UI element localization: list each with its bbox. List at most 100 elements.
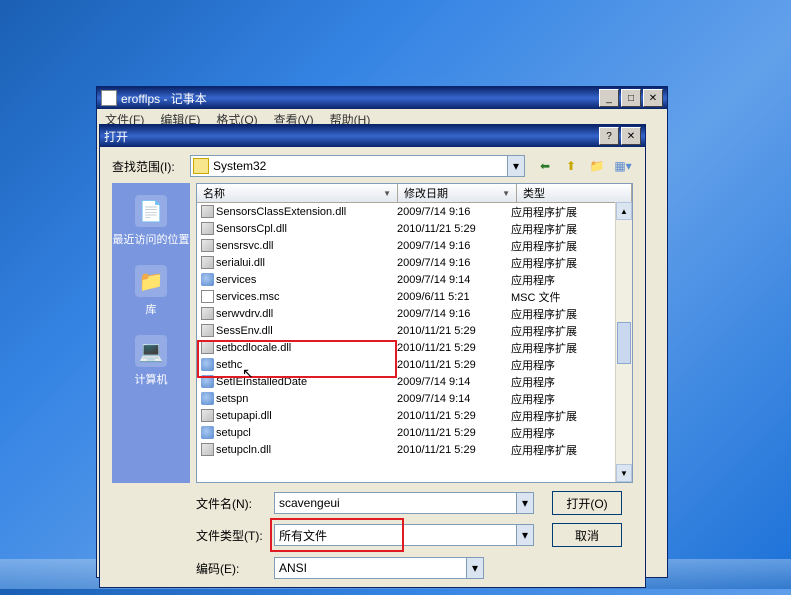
file-icon — [201, 222, 214, 235]
file-name: setupapi.dll — [216, 410, 272, 422]
open-button[interactable]: 打开(O) — [552, 491, 622, 515]
file-icon — [201, 358, 214, 371]
maximize-button[interactable]: □ — [621, 89, 641, 107]
encoding-combo[interactable]: ANSI▾ — [274, 557, 484, 579]
minimize-button[interactable]: _ — [599, 89, 619, 107]
filename-label: 文件名(N): — [196, 495, 274, 512]
file-icon — [201, 239, 214, 252]
file-icon — [201, 324, 214, 337]
file-date: 2009/7/14 9:14 — [391, 393, 505, 405]
file-name: setupcln.dll — [216, 444, 271, 456]
notepad-title: erofflps - 记事本 — [121, 90, 207, 107]
file-icon — [201, 443, 214, 456]
close-button[interactable]: ✕ — [643, 89, 663, 107]
newfolder-button[interactable]: 📁 — [587, 156, 607, 176]
file-name: serialui.dll — [216, 257, 265, 269]
file-icon — [201, 273, 214, 286]
file-type: 应用程序 — [505, 425, 632, 441]
file-name: sensrsvc.dll — [216, 240, 273, 252]
file-icon — [201, 426, 214, 439]
file-row[interactable]: services 2009/7/14 9:14应用程序 — [197, 271, 632, 288]
library-icon: 📁 — [135, 265, 167, 297]
file-pane: 名称▼ 修改日期▼ 类型 SensorsClassExtension.dll20… — [196, 183, 633, 483]
file-type: MSC 文件 — [505, 289, 632, 305]
sidebar-item-recent[interactable]: 📄最近访问的位置 — [113, 195, 190, 247]
filename-input[interactable]: scavengeui▾ — [274, 492, 534, 514]
file-row[interactable]: SensorsClassExtension.dll2009/7/14 9:16应… — [197, 203, 632, 220]
lookin-value: System32 — [213, 159, 266, 173]
cancel-button[interactable]: 取消 — [552, 523, 622, 547]
file-icon — [201, 307, 214, 320]
file-row[interactable]: sensrsvc.dll2009/7/14 9:16应用程序扩展 — [197, 237, 632, 254]
file-type: 应用程序扩展 — [505, 204, 632, 220]
chevron-down-icon[interactable]: ▾ — [466, 558, 483, 578]
file-icon — [201, 409, 214, 422]
file-row[interactable]: setbcdlocale.dll 2010/11/21 5:29应用程序扩展 — [197, 339, 632, 356]
file-date: 2009/7/14 9:14 — [391, 376, 505, 388]
file-date: 2009/7/14 9:14 — [391, 274, 505, 286]
file-date: 2009/6/11 5:21 — [391, 291, 505, 303]
sidebar-item-library[interactable]: 📁库 — [135, 265, 167, 317]
file-type: 应用程序扩展 — [505, 442, 632, 458]
file-row[interactable]: setupapi.dll2010/11/21 5:29应用程序扩展 — [197, 407, 632, 424]
file-name: SessEnv.dll — [216, 325, 273, 337]
file-type: 应用程序扩展 — [505, 306, 632, 322]
column-name[interactable]: 名称▼ — [197, 184, 398, 202]
dialog-title: 打开 — [104, 128, 128, 145]
scroll-up-button[interactable]: ▲ — [616, 202, 632, 220]
file-row[interactable]: setspn 2009/7/14 9:14应用程序 — [197, 390, 632, 407]
file-date: 2010/11/21 5:29 — [391, 342, 505, 354]
filetype-combo[interactable]: 所有文件▾ — [274, 524, 534, 546]
file-row[interactable]: setupcl2010/11/21 5:29应用程序 — [197, 424, 632, 441]
dialog-help-button[interactable]: ? — [599, 127, 619, 145]
file-name: setupcl — [216, 427, 251, 439]
scroll-thumb[interactable] — [617, 322, 631, 364]
file-row[interactable]: services.msc 2009/6/11 5:21MSC 文件 — [197, 288, 632, 305]
file-icon — [201, 290, 214, 303]
file-date: 2010/11/21 5:29 — [391, 223, 505, 235]
lookin-label: 查找范围(I): — [112, 158, 190, 175]
views-button[interactable]: ▦▾ — [613, 156, 633, 176]
dialog-titlebar[interactable]: 打开 ? ✕ — [100, 125, 645, 147]
file-type: 应用程序 — [505, 391, 632, 407]
file-row[interactable]: SensorsCpl.dll2010/11/21 5:29应用程序扩展 — [197, 220, 632, 237]
back-button[interactable]: ⬅ — [535, 156, 555, 176]
lookin-combo[interactable]: System32 ▾ — [190, 155, 525, 177]
vertical-scrollbar[interactable]: ▲ ▼ — [615, 202, 632, 482]
chevron-down-icon[interactable]: ▾ — [507, 156, 524, 176]
file-name: services.msc — [216, 291, 280, 303]
dialog-close-button[interactable]: ✕ — [621, 127, 641, 145]
file-name: setspn — [216, 393, 248, 405]
folder-icon — [193, 158, 209, 174]
file-type: 应用程序扩展 — [505, 255, 632, 271]
scroll-down-button[interactable]: ▼ — [616, 464, 632, 482]
file-icon — [201, 341, 214, 354]
column-type[interactable]: 类型 — [517, 184, 632, 202]
file-name: setbcdlocale.dll — [216, 342, 291, 354]
file-type: 应用程序扩展 — [505, 408, 632, 424]
file-type: 应用程序 — [505, 374, 632, 390]
file-row[interactable]: SessEnv.dll2010/11/21 5:29应用程序扩展 — [197, 322, 632, 339]
file-name: serwvdrv.dll — [216, 308, 273, 320]
notepad-titlebar[interactable]: erofflps - 记事本 _ □ ✕ — [97, 87, 667, 109]
column-headers: 名称▼ 修改日期▼ 类型 — [197, 184, 632, 203]
file-type: 应用程序 — [505, 272, 632, 288]
column-date[interactable]: 修改日期▼ — [398, 184, 517, 202]
computer-icon: 💻 — [135, 335, 167, 367]
places-sidebar: 📄最近访问的位置 📁库 💻计算机 — [112, 183, 190, 483]
file-row[interactable]: serialui.dll2009/7/14 9:16应用程序扩展 — [197, 254, 632, 271]
file-row[interactable]: setupcln.dll2010/11/21 5:29应用程序扩展 — [197, 441, 632, 458]
file-list[interactable]: SensorsClassExtension.dll2009/7/14 9:16应… — [197, 203, 632, 482]
file-name: SensorsClassExtension.dll — [216, 206, 346, 218]
file-type: 应用程序扩展 — [505, 340, 632, 356]
sidebar-item-computer[interactable]: 💻计算机 — [135, 335, 168, 387]
chevron-down-icon[interactable]: ▾ — [516, 493, 533, 513]
file-name: services — [216, 274, 256, 286]
file-row[interactable]: sethc2010/11/21 5:29应用程序 — [197, 356, 632, 373]
file-row[interactable]: SetIEInstalledDate2009/7/14 9:14应用程序 — [197, 373, 632, 390]
up-button[interactable]: ⬆ — [561, 156, 581, 176]
file-date: 2010/11/21 5:29 — [391, 359, 505, 371]
chevron-down-icon[interactable]: ▾ — [516, 525, 533, 545]
file-row[interactable]: serwvdrv.dll2009/7/14 9:16应用程序扩展 — [197, 305, 632, 322]
encoding-label: 编码(E): — [196, 560, 274, 577]
